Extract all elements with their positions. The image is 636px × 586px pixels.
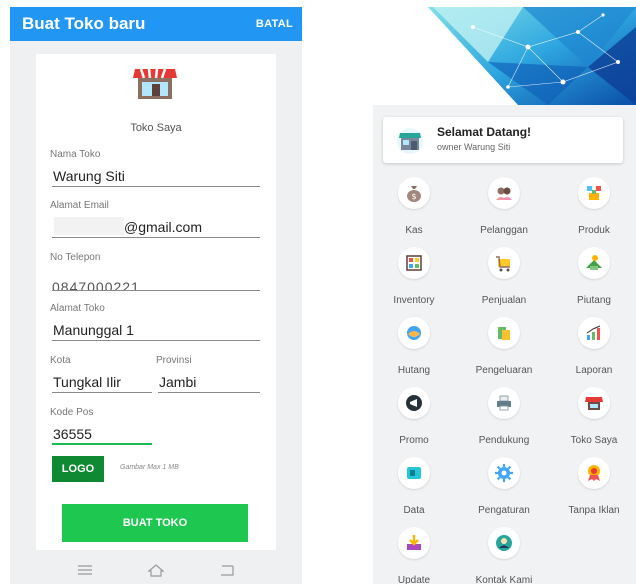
receivable-icon (586, 255, 602, 270)
menu-item-update[interactable]: Update (373, 527, 455, 584)
postal-code-input[interactable] (52, 424, 152, 445)
store-name-label: Nama Toko (50, 149, 101, 160)
printer-icon (497, 395, 511, 411)
store-icon (585, 397, 603, 410)
system-nav-bar (10, 556, 302, 584)
page-title: Buat Toko baru (22, 14, 146, 33)
menu-item-tanpa-iklan[interactable]: Tanpa Iklan (553, 457, 635, 525)
download-icon (407, 535, 421, 550)
dashboard-screen: Selamat Datang! owner Warung Siti $ Kas … (373, 7, 636, 584)
menu-item-laporan[interactable]: Laporan (553, 317, 635, 385)
expense-icon (498, 327, 510, 340)
menu-item-penjualan[interactable]: Penjualan (463, 247, 545, 315)
menu-item-toko-saya[interactable]: Toko Saya (553, 387, 635, 455)
products-icon (587, 186, 601, 200)
menu-item-data[interactable]: Data (373, 457, 455, 525)
cart-icon (496, 256, 510, 272)
menu-item-pelanggan[interactable]: Pelanggan (463, 177, 545, 245)
badge-icon (588, 465, 600, 481)
menu-item-promo[interactable]: Promo (373, 387, 455, 455)
store-icon (397, 128, 423, 154)
menu-item-pengaturan[interactable]: Pengaturan (463, 457, 545, 525)
store-name-caption: Toko Saya (130, 122, 182, 134)
province-label: Provinsi (156, 355, 192, 366)
menu-icon[interactable] (75, 562, 95, 578)
gear-icon (495, 464, 513, 482)
create-store-form: Toko Saya Nama Toko Alamat Email No Tele… (36, 54, 276, 550)
store-name-input[interactable] (52, 166, 260, 187)
welcome-subtitle: owner Warung Siti (437, 142, 511, 152)
redacted-email-prefix (54, 217, 124, 235)
hero-banner (373, 7, 636, 105)
create-store-button[interactable]: BUAT TOKO (62, 504, 248, 542)
upload-logo-button[interactable]: LOGO (52, 456, 104, 482)
data-icon (407, 467, 421, 479)
menu-item-kontak-kami[interactable]: Kontak Kami (463, 527, 545, 584)
create-store-screen: Buat Toko baru BATAL Toko Saya Nama Toko… (10, 7, 302, 584)
customers-icon (496, 187, 512, 200)
address-label: Alamat Toko (50, 303, 105, 314)
email-label: Alamat Email (50, 200, 109, 211)
phone-label: No Telepon (50, 252, 101, 263)
menu-item-inventory[interactable]: Inventory (373, 247, 455, 315)
phone-underline (52, 290, 260, 291)
welcome-title: Selamat Datang! (437, 125, 532, 139)
menu-item-hutang[interactable]: Hutang (373, 317, 455, 385)
menu-item-kas[interactable]: $ Kas (373, 177, 455, 245)
menu-item-produk[interactable]: Produk (553, 177, 635, 245)
store-icon[interactable] (132, 66, 178, 100)
welcome-card: Selamat Datang! owner Warung Siti (383, 117, 623, 163)
phone-input[interactable]: 0847000221 (52, 270, 260, 290)
postal-code-label: Kode Pos (50, 407, 94, 418)
logo-size-hint: Gambar Max 1 MB (120, 464, 179, 471)
money-bag-icon: $ (407, 186, 421, 202)
phone-value: 0847000221 (52, 279, 140, 290)
report-chart-icon (586, 325, 601, 340)
inventory-icon (406, 255, 422, 271)
address-input[interactable] (52, 320, 260, 341)
back-icon[interactable] (217, 562, 237, 578)
app-bar: Buat Toko baru BATAL (10, 7, 302, 41)
menu-item-pendukung[interactable]: Pendukung (463, 387, 545, 455)
contact-icon (496, 535, 512, 551)
megaphone-icon (406, 395, 422, 411)
debt-icon (407, 326, 421, 340)
city-input[interactable] (52, 372, 152, 393)
province-input[interactable] (158, 372, 260, 393)
city-label: Kota (50, 355, 71, 366)
menu-item-pengeluaran[interactable]: Pengeluaran (463, 317, 545, 385)
svg-text:$: $ (411, 192, 416, 201)
home-icon[interactable] (146, 562, 166, 578)
menu-item-piutang[interactable]: Piutang (553, 247, 635, 315)
cancel-button[interactable]: BATAL (256, 18, 293, 30)
